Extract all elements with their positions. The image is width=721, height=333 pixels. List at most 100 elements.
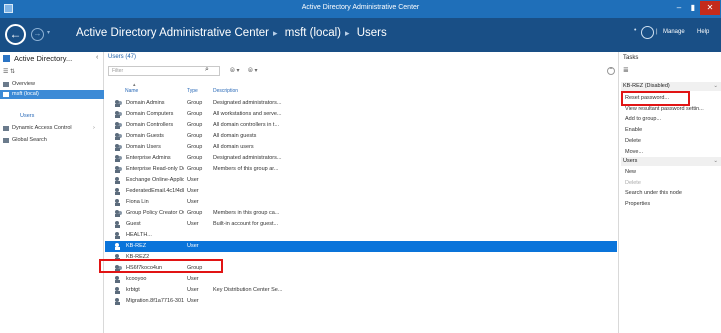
- cell-name: kcooyoo: [126, 276, 147, 282]
- view-toggle-icon[interactable]: ☰ ⇅: [3, 68, 15, 75]
- user-icon: [115, 276, 123, 283]
- collapse-icon[interactable]: ⌃: [607, 67, 615, 75]
- selection-highlight-box: [99, 259, 223, 273]
- cell-type: Group: [187, 210, 203, 216]
- expand-arrow-icon[interactable]: ›: [93, 125, 95, 131]
- group-icon: [115, 144, 123, 151]
- refresh-icon[interactable]: [641, 26, 654, 39]
- group-icon: [115, 100, 123, 107]
- group-icon: [115, 122, 123, 129]
- window-title: Active Directory Administrative Center: [301, 4, 420, 11]
- navigation-pane-header[interactable]: Active Directory... ‹: [0, 52, 104, 65]
- user-icon: [115, 199, 123, 206]
- cell-type: Group: [187, 111, 203, 117]
- nav-item-msft[interactable]: msft (local): [0, 90, 104, 99]
- cell-name: FederatedEmail.4c1f4d8b...: [126, 188, 184, 194]
- forward-arrow-icon[interactable]: →: [31, 28, 44, 41]
- cell-name: Domain Computers: [126, 111, 174, 117]
- table-row[interactable]: Guest User Built-in account for guest...: [105, 219, 617, 230]
- dot-icon: •: [634, 27, 637, 34]
- nav-item-label: msft (local): [12, 91, 39, 97]
- task-new[interactable]: New: [625, 169, 636, 175]
- task-delete[interactable]: Delete: [625, 138, 641, 144]
- table-row[interactable]: kcooyoo User: [105, 274, 617, 285]
- cell-description: All domain controllers in t...: [213, 122, 280, 128]
- column-header-name[interactable]: Name: [125, 88, 138, 94]
- task-search-under-this-node[interactable]: Search under this node: [625, 190, 682, 196]
- history-dropdown-icon[interactable]: ▾: [47, 29, 50, 36]
- close-button[interactable]: ✕: [700, 1, 720, 15]
- table-row[interactable]: Domain Users Group All domain users: [105, 142, 617, 153]
- cell-name: Fiona Lin: [126, 199, 149, 205]
- table-row[interactable]: KB-REZ User: [105, 241, 617, 252]
- cell-name: Domain Admins: [126, 100, 165, 106]
- table-row[interactable]: Group Policy Creator Own...Group Members …: [105, 208, 617, 219]
- section-collapse-icon[interactable]: ⌄: [713, 82, 718, 91]
- task-move[interactable]: Move...: [625, 149, 643, 155]
- list-title: Users (47): [108, 54, 137, 60]
- nav-item-dynamic-access-control[interactable]: Dynamic Access Control ›: [0, 124, 104, 133]
- filter-input[interactable]: Filter: [108, 66, 220, 76]
- column-headers: ▴ Name Type Description: [105, 82, 617, 96]
- breadcrumb-domain[interactable]: msft (local): [285, 27, 341, 39]
- cell-type: Group: [187, 133, 203, 139]
- section-collapse-icon[interactable]: ⌄: [713, 157, 718, 166]
- table-row[interactable]: krbtgt User Key Distribution Center Se...: [105, 285, 617, 296]
- column-header-description[interactable]: Description: [213, 88, 238, 94]
- task-properties[interactable]: Properties: [625, 201, 650, 207]
- nav-item-overview[interactable]: Overview: [0, 80, 104, 89]
- table-row[interactable]: Enterprise Admins Group Designated adminis…: [105, 153, 617, 164]
- task-enable[interactable]: Enable: [625, 127, 642, 133]
- table-row[interactable]: Domain Guests Group All domain guests: [105, 131, 617, 142]
- table-row[interactable]: Exchange Online-Applicati...User: [105, 175, 617, 186]
- back-arrow-icon[interactable]: ←: [5, 24, 26, 45]
- table-row[interactable]: Migration.8f1a7716-3011...User: [105, 296, 617, 307]
- table-row[interactable]: FederatedEmail.4c1f4d8b...User: [105, 186, 617, 197]
- navigation-pane: Active Directory... ‹ ☰ ⇅ Overview msft …: [0, 52, 104, 333]
- tasks-section-label: KB-REZ (Disabled): [623, 83, 670, 89]
- cell-type: Group: [187, 100, 203, 106]
- task-add-to-group[interactable]: Add to group...: [625, 116, 661, 122]
- table-row[interactable]: Fiona Lin User: [105, 197, 617, 208]
- task-pane-options-icon[interactable]: ≣: [623, 66, 629, 74]
- task-view-resultant-password-settin[interactable]: View resultant password settin...: [625, 106, 704, 112]
- manage-menu[interactable]: Manage: [663, 29, 685, 35]
- overview-icon: [3, 82, 9, 87]
- cell-name: Guest: [126, 221, 141, 227]
- cell-type: User: [187, 221, 199, 227]
- user-icon: [115, 221, 123, 228]
- table-row[interactable]: Enterprise Read-only Dom...Group Members …: [105, 164, 617, 175]
- add-criteria-icon[interactable]: ⦾ ▾: [248, 67, 257, 75]
- cell-description: Members of this group ar...: [213, 166, 279, 172]
- reset-password-highlight-box: [621, 91, 690, 106]
- cell-name: Enterprise Read-only Dom...: [126, 166, 184, 172]
- cell-name: Migration.8f1a7716-3011...: [126, 298, 184, 304]
- cell-type: User: [187, 276, 199, 282]
- cell-type: Group: [187, 122, 203, 128]
- table-row[interactable]: Domain Controllers Group All domain contro…: [105, 120, 617, 131]
- cell-name: Domain Controllers: [126, 122, 174, 128]
- cell-description: All domain guests: [213, 133, 257, 139]
- cell-name: Domain Users: [126, 144, 161, 150]
- maximize-button[interactable]: ▮: [686, 1, 700, 15]
- table-row[interactable]: Domain Computers Group All workstations an…: [105, 109, 617, 120]
- column-header-type[interactable]: Type: [187, 88, 198, 94]
- help-menu[interactable]: Help: [697, 29, 709, 35]
- group-icon: [115, 133, 123, 140]
- minimize-button[interactable]: –: [672, 1, 686, 15]
- view-options-icon[interactable]: ⦾ ▾: [230, 67, 239, 75]
- table-row[interactable]: HEALTH...: [105, 230, 617, 241]
- cell-type: User: [187, 298, 199, 304]
- breadcrumb-root[interactable]: Active Directory Administrative Center: [76, 27, 269, 39]
- table-row[interactable]: Domain Admins Group Designated administrat…: [105, 98, 617, 109]
- breadcrumb-users[interactable]: Users: [357, 27, 387, 39]
- tasks-section-users[interactable]: Users ⌄: [621, 157, 721, 166]
- cell-type: User: [187, 287, 199, 293]
- tasks-section-selected[interactable]: KB-REZ (Disabled) ⌄: [621, 82, 721, 91]
- nav-item-global-search[interactable]: Global Search: [0, 136, 104, 145]
- cell-description: All domain users: [213, 144, 254, 150]
- search-icon[interactable]: ⌕: [205, 66, 209, 74]
- collapse-chevron-icon[interactable]: ‹: [96, 54, 98, 61]
- nav-item-users[interactable]: Users: [20, 113, 34, 119]
- breadcrumb: Active Directory Administrative Center ▸ …: [76, 27, 391, 39]
